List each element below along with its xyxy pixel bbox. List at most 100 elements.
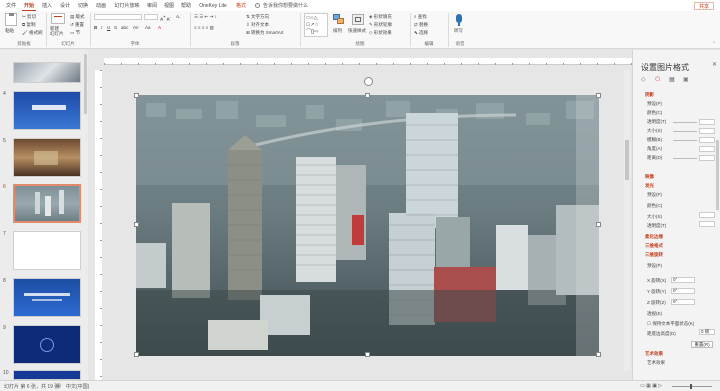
align-text-button[interactable]: ⇳ 对齐文本 bbox=[246, 22, 269, 28]
reset-3d-button[interactable]: 重置(R) bbox=[691, 341, 713, 348]
slide-thumbnail-8[interactable] bbox=[13, 278, 81, 317]
size-properties-icon[interactable]: ▦ bbox=[669, 76, 675, 83]
bold-button[interactable]: B bbox=[94, 25, 97, 31]
replace-button[interactable]: ⇄ 替换 bbox=[414, 22, 428, 28]
resize-handle[interactable] bbox=[134, 222, 139, 227]
x-rotation-field[interactable]: 0° bbox=[671, 277, 695, 283]
fill-line-icon[interactable]: ◇ bbox=[641, 76, 646, 83]
blur-spinner[interactable] bbox=[699, 137, 715, 143]
align-icons[interactable]: ≡ ≡ ≡ ≡ ▥ bbox=[194, 25, 214, 31]
reflection-section[interactable]: 映像 bbox=[645, 174, 654, 180]
rotate-handle-icon[interactable] bbox=[364, 77, 373, 86]
distance-ground-field[interactable]: 0 磅 bbox=[699, 329, 715, 335]
thumbnail-scrollbar[interactable] bbox=[84, 54, 87, 114]
format-painter-button[interactable]: 🖌 格式刷 bbox=[22, 30, 42, 36]
shape-outline-button[interactable]: ✎ 形状轮廓 bbox=[369, 22, 392, 28]
font-size-select[interactable] bbox=[144, 14, 158, 20]
angle-spinner[interactable] bbox=[699, 146, 715, 152]
bullets-icon[interactable]: ☰ ☰ ⇤ ⇥ ↕ bbox=[194, 14, 217, 20]
pane-scrollbar[interactable] bbox=[716, 140, 719, 210]
resize-handle[interactable] bbox=[596, 93, 601, 98]
format-3d-section[interactable]: 三维格式 bbox=[645, 243, 663, 249]
quick-styles-button[interactable]: 快速样式 bbox=[348, 28, 366, 34]
slide-thumbnail-5[interactable] bbox=[13, 138, 81, 177]
copy-button[interactable]: ⧉ 复制 bbox=[22, 22, 35, 28]
picture-icon[interactable]: ▣ bbox=[683, 76, 689, 83]
resize-handle[interactable] bbox=[596, 222, 601, 227]
z-rotation-field[interactable]: 0° bbox=[671, 299, 695, 305]
view-buttons[interactable]: ▭ ▦ ▣ ▷ bbox=[640, 383, 662, 389]
slide-thumbnail-4[interactable] bbox=[13, 91, 81, 130]
tab-design[interactable]: 设计 bbox=[58, 1, 72, 11]
distance-spinner[interactable] bbox=[699, 155, 715, 161]
tab-onekey-lite[interactable]: OneKey Lite bbox=[196, 1, 230, 11]
layout-button[interactable]: ▤ 版式 bbox=[70, 14, 85, 20]
glow-transparency-spinner[interactable] bbox=[699, 221, 715, 227]
find-button[interactable]: ⌕ 查找 bbox=[414, 14, 427, 20]
resize-handle[interactable] bbox=[596, 352, 601, 357]
char-spacing-icon[interactable]: AV bbox=[133, 25, 139, 31]
tab-insert[interactable]: 插入 bbox=[40, 1, 54, 11]
reset-button[interactable]: ↺ 重置 bbox=[70, 22, 84, 28]
transparency-slider[interactable] bbox=[673, 122, 697, 123]
shadow-section[interactable]: 阴影 bbox=[645, 92, 654, 98]
new-slide-icon[interactable] bbox=[51, 13, 65, 24]
tab-home[interactable]: 开始 bbox=[22, 1, 36, 11]
blur-slider[interactable] bbox=[673, 140, 697, 141]
language-indicator[interactable]: 中文(中国) bbox=[66, 383, 89, 390]
slide-thumbnail-7[interactable] bbox=[13, 231, 81, 270]
italic-button[interactable]: I bbox=[101, 25, 102, 31]
tab-transitions[interactable]: 切换 bbox=[76, 1, 90, 11]
slide-thumbnail-3[interactable] bbox=[13, 62, 81, 83]
tab-animations[interactable]: 动画 bbox=[94, 1, 108, 11]
dictate-button[interactable]: 听写 bbox=[454, 28, 463, 34]
soft-edges-section[interactable]: 柔化边缘 bbox=[645, 234, 663, 240]
glow-section[interactable]: 发光 bbox=[645, 183, 654, 189]
glow-size-spinner[interactable] bbox=[699, 212, 715, 218]
strikethrough-button[interactable]: abc bbox=[121, 25, 128, 31]
quick-styles-icon[interactable] bbox=[352, 14, 364, 25]
artistic-effects-section[interactable]: 艺术效果 bbox=[645, 351, 663, 357]
tab-format[interactable]: 格式 bbox=[233, 1, 249, 11]
microphone-icon[interactable] bbox=[456, 14, 462, 23]
tab-view[interactable]: 视图 bbox=[162, 1, 176, 11]
section-button[interactable]: ▭ 节 bbox=[70, 30, 80, 36]
tab-help[interactable]: 帮助 bbox=[179, 1, 193, 11]
new-slide-button[interactable]: 新建 幻灯片 bbox=[50, 26, 64, 36]
spellcheck-icon[interactable]: ▤ bbox=[56, 383, 61, 389]
shape-effects-button[interactable]: ◇ 形状效果 bbox=[369, 30, 392, 36]
tab-review[interactable]: 审阅 bbox=[145, 1, 159, 11]
select-button[interactable]: ⬉ 选择 bbox=[414, 30, 428, 36]
resize-handle[interactable] bbox=[134, 93, 139, 98]
distance-slider[interactable] bbox=[673, 158, 697, 159]
change-case-icon[interactable]: Aa bbox=[145, 25, 151, 31]
shape-fill-button[interactable]: ◈ 形状填充 bbox=[369, 14, 392, 20]
resize-handle[interactable] bbox=[134, 352, 139, 357]
effects-tab-icon[interactable]: ⬠ bbox=[655, 76, 660, 83]
arrange-button[interactable]: 排列 bbox=[333, 28, 342, 34]
keep-text-flat-checkbox[interactable]: ☐ 保持文本平面状态(K) bbox=[647, 321, 694, 327]
tab-file[interactable]: 文件 bbox=[4, 1, 18, 11]
slide-picture[interactable] bbox=[136, 95, 599, 356]
underline-button[interactable]: U bbox=[107, 25, 110, 31]
cut-button[interactable]: ✂ 剪切 bbox=[22, 14, 36, 20]
font-family-select[interactable] bbox=[94, 14, 142, 20]
share-button[interactable]: 共享 bbox=[693, 2, 714, 10]
collapse-ribbon-icon[interactable]: ⌃ bbox=[712, 41, 716, 47]
slide-thumbnail-10[interactable] bbox=[13, 370, 81, 380]
shadow-text-button[interactable]: S bbox=[114, 25, 117, 31]
resize-handle[interactable] bbox=[365, 352, 370, 357]
zoom-slider[interactable] bbox=[672, 386, 712, 387]
canvas-scrollbar[interactable] bbox=[624, 70, 630, 370]
arrange-icon[interactable] bbox=[333, 14, 345, 25]
font-color-icon[interactable]: A bbox=[158, 25, 161, 31]
paste-button[interactable]: 粘贴 bbox=[5, 28, 14, 34]
transparency-spinner[interactable] bbox=[699, 119, 715, 125]
size-spinner[interactable] bbox=[699, 128, 715, 134]
rotation-3d-section[interactable]: 三维旋转 bbox=[645, 252, 663, 258]
slide-thumbnail-9[interactable] bbox=[13, 325, 81, 364]
smartart-button[interactable]: ⊞ 转换为 SmartArt bbox=[246, 30, 284, 36]
grow-font-icon[interactable]: A+ A- bbox=[160, 14, 171, 23]
tab-slideshow[interactable]: 幻灯片放映 bbox=[111, 1, 143, 11]
close-icon[interactable]: ✕ bbox=[712, 61, 717, 68]
